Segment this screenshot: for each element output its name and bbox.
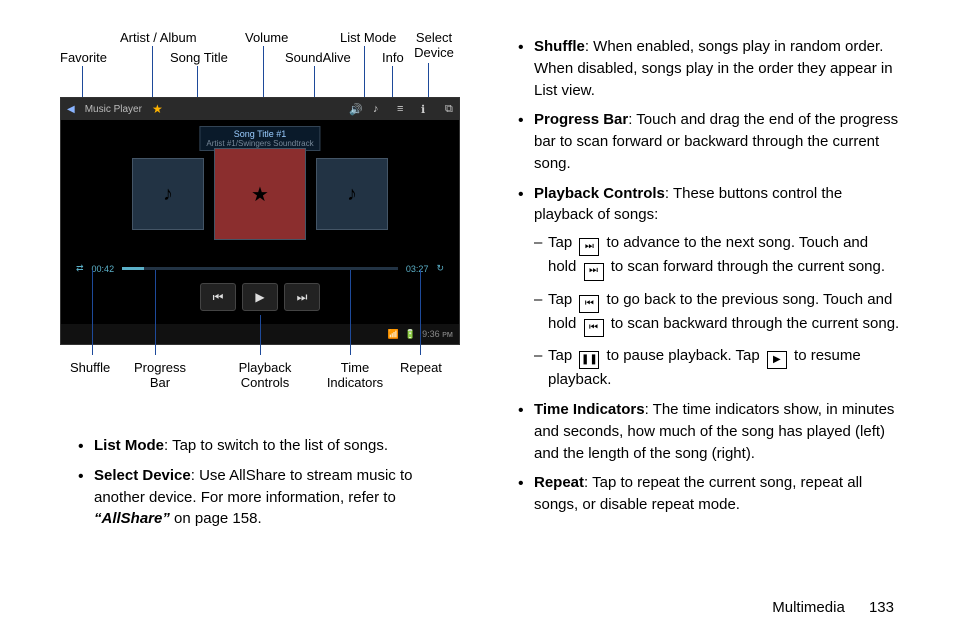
bullet-repeat: Repeat: Tap to repeat the current song, …: [534, 472, 900, 516]
playback-sub: Tap ⏭ to advance to the next song. Touch…: [534, 232, 900, 391]
leader: [155, 270, 156, 355]
tail: on page 158.: [170, 510, 262, 527]
text: : Tap to repeat the current song, repeat…: [534, 474, 862, 513]
seek-row: ⇄ 00:42 03:27 ↻: [76, 263, 444, 274]
label-artist-album: Artist / Album: [120, 30, 197, 45]
t: Tap: [548, 347, 576, 364]
right-column: Shuffle: When enabled, songs play in ran…: [500, 30, 900, 538]
label-progress-bar: ProgressBar: [130, 360, 190, 390]
text: : Tap to switch to the list of songs.: [164, 437, 388, 454]
footer-page-number: 133: [869, 599, 894, 616]
prev-icon: ⏮: [584, 319, 604, 337]
label-list-mode: List Mode: [340, 30, 396, 45]
play-icon: ▶: [767, 351, 787, 369]
t: Tap: [548, 291, 576, 308]
back-icon[interactable]: ◀: [67, 104, 75, 115]
label-select-device: SelectDevice: [410, 30, 458, 60]
t: to scan forward through the current song…: [607, 258, 886, 275]
term: List Mode: [94, 437, 164, 454]
label-soundalive: SoundAlive: [285, 50, 351, 65]
album-art-next[interactable]: ♪: [316, 158, 388, 230]
label-time-indicators: TimeIndicators: [320, 360, 390, 390]
label-shuffle: Shuffle: [70, 360, 110, 375]
bullet-select-device: Select Device: Use AllShare to stream mu…: [94, 465, 460, 530]
manual-page: Artist / Album Volume List Mode SelectDe…: [0, 0, 954, 636]
soundalive-icon[interactable]: ♪: [373, 103, 387, 115]
play-button[interactable]: ▶: [242, 283, 278, 311]
term: Repeat: [534, 474, 584, 491]
leader: [260, 315, 261, 355]
elapsed-time: 00:42: [92, 264, 115, 274]
right-bullets: Shuffle: When enabled, songs play in ran…: [500, 36, 900, 516]
shuffle-icon[interactable]: ⇄: [76, 263, 84, 274]
label-playback-controls: PlaybackControls: [230, 360, 300, 390]
bullet-shuffle: Shuffle: When enabled, songs play in ran…: [534, 36, 900, 101]
repeat-icon[interactable]: ↻: [436, 263, 444, 274]
annotated-screenshot-diagram: Artist / Album Volume List Mode SelectDe…: [60, 30, 460, 420]
next-icon: ⏭: [584, 263, 604, 281]
music-player-screenshot: ◀ Music Player ★ 🔊 ♪ ≡ ℹ ⧉ Song Title #1…: [60, 97, 460, 345]
term: Playback Controls: [534, 185, 665, 202]
total-time: 03:27: [406, 264, 429, 274]
sub-pause: Tap ❚❚ to pause playback. Tap ▶ to resum…: [548, 345, 900, 391]
left-bullets: List Mode: Tap to switch to the list of …: [60, 435, 460, 530]
term: Shuffle: [534, 38, 585, 55]
now-playing-artist: Artist #1/Swingers Soundtrack: [206, 139, 313, 148]
album-art-current[interactable]: ★: [214, 148, 306, 240]
pause-icon: ❚❚: [579, 351, 599, 369]
cross-ref-link[interactable]: “AllShare”: [94, 510, 170, 527]
term: Progress Bar: [534, 111, 628, 128]
bullet-list-mode: List Mode: Tap to switch to the list of …: [94, 435, 460, 457]
list-mode-icon[interactable]: ≡: [397, 103, 411, 115]
term: Time Indicators: [534, 401, 645, 418]
prev-icon: ⏮: [579, 295, 599, 313]
text: : When enabled, songs play in random ord…: [534, 38, 893, 99]
t: to scan backward through the current son…: [607, 315, 900, 332]
sub-next: Tap ⏭ to advance to the next song. Touch…: [548, 232, 900, 281]
album-art-prev[interactable]: ♪: [132, 158, 204, 230]
next-button[interactable]: ⏭: [284, 283, 320, 311]
label-volume: Volume: [245, 30, 288, 45]
label-repeat: Repeat: [400, 360, 442, 375]
album-art-row: ♪ ★ ♪: [132, 158, 388, 240]
player-topbar: ◀ Music Player ★ 🔊 ♪ ≡ ℹ ⧉: [61, 98, 459, 120]
sub-prev: Tap ⏮ to go back to the previous song. T…: [548, 289, 900, 338]
select-device-icon[interactable]: ⧉: [445, 103, 459, 116]
leader: [92, 270, 93, 355]
info-icon[interactable]: ℹ: [421, 103, 435, 116]
left-column: Artist / Album Volume List Mode SelectDe…: [60, 30, 460, 538]
volume-icon[interactable]: 🔊: [349, 103, 363, 116]
prev-button[interactable]: ⏮: [200, 283, 236, 311]
next-icon: ⏭: [579, 238, 599, 256]
t: to pause playback. Tap: [602, 347, 764, 364]
term: Select Device: [94, 467, 191, 484]
label-info: Info: [382, 50, 404, 65]
label-favorite: Favorite: [60, 50, 107, 65]
label-song-title: Song Title: [170, 50, 228, 65]
now-playing-title: Song Title #1: [206, 129, 313, 139]
footer-section: Multimedia: [772, 599, 845, 616]
leader: [263, 46, 264, 104]
t: Tap: [548, 234, 576, 251]
bullet-playback-controls: Playback Controls: These buttons control…: [534, 183, 900, 392]
progress-bar[interactable]: [122, 267, 398, 270]
leader: [364, 46, 365, 104]
page-footer: Multimedia 133: [772, 599, 894, 616]
leader: [350, 270, 351, 355]
playback-controls: ⏮ ▶ ⏭: [200, 283, 320, 311]
bullet-time-indicators: Time Indicators: The time indicators sho…: [534, 399, 900, 464]
bullet-progress-bar: Progress Bar: Touch and drag the end of …: [534, 109, 900, 174]
player-app-title: Music Player: [85, 104, 142, 115]
leader: [420, 270, 421, 355]
favorite-star-icon[interactable]: ★: [152, 102, 163, 116]
